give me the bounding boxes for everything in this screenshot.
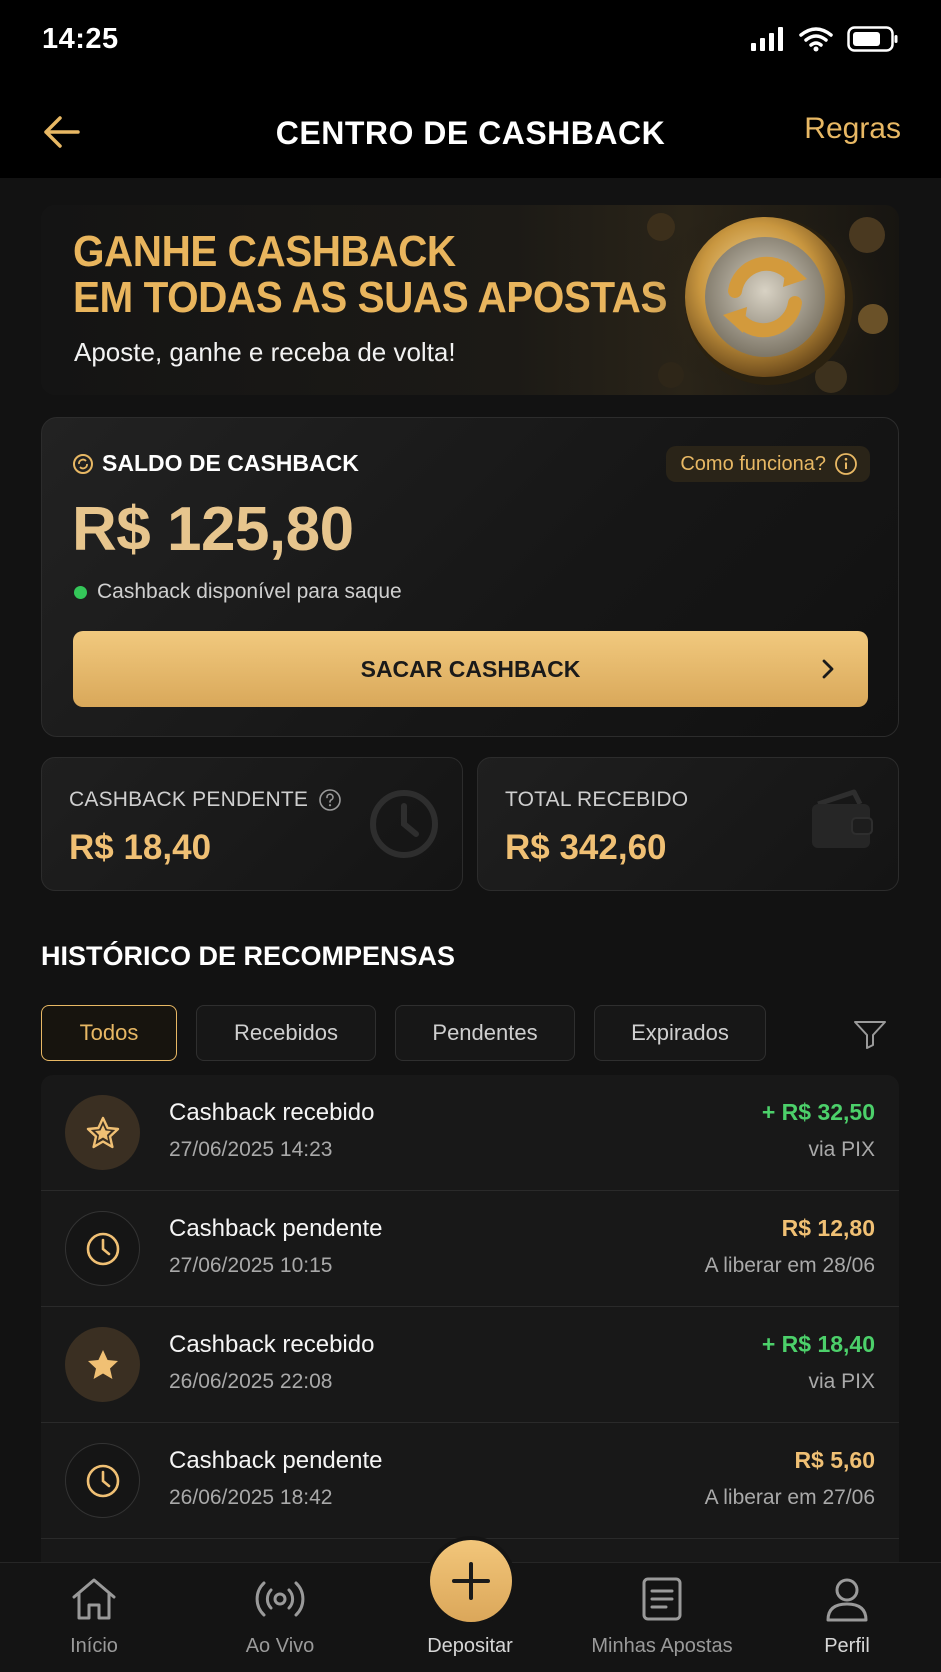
history-list: Cashback recebido 27/06/2025 14:23 + R$ … — [41, 1075, 899, 1565]
row-sub: A liberar em 27/06 — [704, 1486, 875, 1509]
status-bar: 14:25 — [0, 0, 941, 88]
chevron-right-icon — [822, 659, 834, 679]
banner-headline-line2: EM TODAS AS SUAS APOSTAS — [73, 273, 667, 322]
star-icon — [65, 1095, 140, 1170]
nav-label: Perfil — [824, 1635, 870, 1657]
row-amount: R$ 12,80 — [781, 1215, 875, 1241]
nav-item-inicio[interactable]: Início — [0, 1563, 188, 1672]
filter-tab-recebidos[interactable]: Recebidos — [196, 1005, 376, 1061]
row-title: Cashback recebido — [169, 1331, 375, 1358]
status-icons — [751, 26, 899, 52]
row-date: 27/06/2025 10:15 — [169, 1254, 333, 1277]
row-amount: R$ 5,60 — [794, 1447, 875, 1473]
filter-tab-todos[interactable]: Todos — [41, 1005, 177, 1061]
info-icon — [835, 453, 857, 475]
pending-label: CASHBACK PENDENTE — [69, 788, 309, 811]
nav-item-minhas-apostas[interactable]: Minhas Apostas — [568, 1563, 756, 1672]
rules-link[interactable]: Regras — [804, 112, 901, 146]
deposit-button[interactable] — [430, 1540, 512, 1622]
history-row[interactable]: Cashback pendente 26/06/2025 18:42 R$ 5,… — [41, 1423, 899, 1539]
clock-icon — [65, 1211, 140, 1286]
how-it-works-label: Como funciona? — [680, 452, 826, 475]
wifi-icon — [799, 27, 833, 52]
page-title: CENTRO DE CASHBACK — [275, 114, 666, 151]
history-row[interactable]: Cashback pendente 27/06/2025 10:15 R$ 12… — [41, 1191, 899, 1307]
row-title: Cashback recebido — [169, 1099, 375, 1126]
bet-slip-icon — [642, 1577, 682, 1621]
availability-row: Cashback disponível para saque — [74, 580, 402, 604]
row-date: 26/06/2025 22:08 — [169, 1370, 333, 1393]
banner-headline: GANHE CASHBACK EM TODAS AS SUAS APOSTAS — [73, 229, 667, 321]
history-row[interactable]: Cashback recebido 26/06/2025 22:08 + R$ … — [41, 1307, 899, 1423]
row-sub: via PIX — [808, 1138, 875, 1161]
how-it-works-button[interactable]: Como funciona? — [666, 446, 870, 482]
row-amount: + R$ 32,50 — [761, 1099, 875, 1125]
wallet-icon — [812, 789, 873, 848]
star-icon — [65, 1327, 140, 1402]
cashback-coin-icon — [73, 453, 93, 474]
banner-subtitle: Aposte, ganhe e receba de volta! — [74, 337, 456, 367]
nav-label: Ao Vivo — [245, 1635, 315, 1657]
broadcast-icon — [255, 1581, 305, 1617]
total-label-row: TOTAL RECEBIDO — [505, 788, 688, 812]
filter-icon[interactable] — [852, 1018, 888, 1050]
nav-label: Depositar — [427, 1635, 513, 1657]
nav-item-ao-vivo[interactable]: Ao Vivo — [186, 1563, 374, 1672]
signal-icon — [751, 27, 783, 51]
row-title: Cashback pendente — [169, 1447, 383, 1474]
total-label: TOTAL RECEBIDO — [505, 788, 689, 811]
row-date: 26/06/2025 18:42 — [169, 1486, 333, 1509]
cashback-coin-illustration — [641, 205, 899, 395]
clock-icon — [65, 1443, 140, 1518]
history-title: HISTÓRICO DE RECOMPENSAS — [41, 941, 456, 971]
nav-label: Minhas Apostas — [591, 1635, 733, 1657]
user-icon — [826, 1578, 868, 1622]
promo-banner[interactable]: GANHE CASHBACK EM TODAS AS SUAS APOSTAS … — [41, 205, 899, 395]
balance-value: R$ 125,80 — [72, 495, 354, 564]
available-status-dot — [74, 585, 87, 599]
nav-label: Início — [70, 1635, 118, 1657]
row-sub: via PIX — [808, 1370, 875, 1393]
pending-label-row: CASHBACK PENDENTE — [69, 788, 342, 812]
filter-tab-pendentes[interactable]: Pendentes — [395, 1005, 575, 1061]
balance-label-row: SALDO DE CASHBACK — [72, 450, 359, 477]
row-title: Cashback pendente — [169, 1215, 383, 1242]
header: CENTRO DE CASHBACK Regras — [0, 88, 941, 178]
filter-tab-expirados[interactable]: Expirados — [594, 1005, 766, 1061]
row-sub: A liberar em 28/06 — [704, 1254, 875, 1277]
banner-headline-line1: GANHE CASHBACK — [73, 227, 456, 276]
back-arrow-icon[interactable] — [38, 108, 86, 156]
total-value: R$ 342,60 — [505, 828, 667, 867]
plus-icon — [452, 1562, 490, 1600]
withdraw-cashback-button[interactable]: SACAR CASHBACK — [73, 631, 868, 707]
clock-icon — [370, 790, 438, 858]
balance-label: SALDO DE CASHBACK — [102, 450, 359, 476]
total-received-card: TOTAL RECEBIDO R$ 342,60 — [477, 757, 899, 891]
home-icon — [72, 1578, 116, 1620]
pending-cashback-card: CASHBACK PENDENTE R$ 18,40 — [41, 757, 463, 891]
availability-text: Cashback disponível para saque — [97, 580, 402, 603]
history-row[interactable]: Cashback recebido 27/06/2025 14:23 + R$ … — [41, 1075, 899, 1191]
withdraw-button-label: SACAR CASHBACK — [360, 655, 581, 682]
help-icon[interactable] — [318, 788, 342, 812]
pending-value: R$ 18,40 — [69, 828, 212, 867]
nav-item-perfil[interactable]: Perfil — [753, 1563, 941, 1672]
row-date: 27/06/2025 14:23 — [169, 1138, 333, 1161]
row-amount: + R$ 18,40 — [761, 1331, 875, 1357]
cashback-balance-card: SALDO DE CASHBACK Como funciona? R$ 125,… — [41, 417, 899, 737]
status-time: 14:25 — [42, 22, 119, 55]
battery-icon — [847, 26, 898, 52]
